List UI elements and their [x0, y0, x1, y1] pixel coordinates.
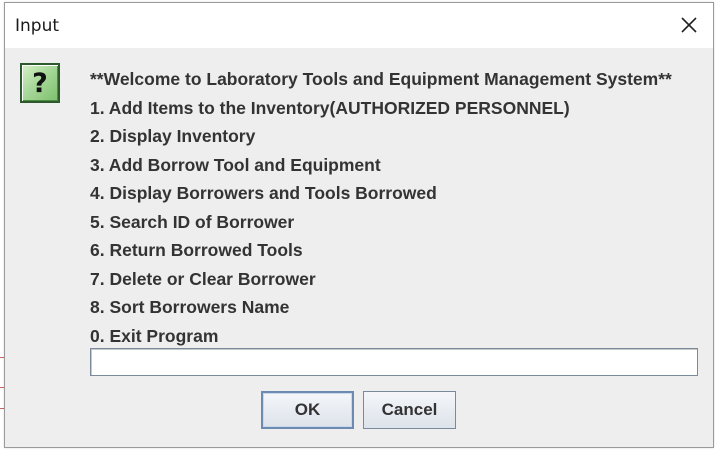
input-dialog: Input ? **Welcome to Laboratory Tools an…	[4, 2, 714, 448]
menu-option: 8. Sort Borrowers Name	[90, 297, 290, 317]
menu-option: 0. Exit Program	[90, 325, 219, 346]
menu-option: 3. Add Borrow Tool and Equipment	[90, 154, 381, 175]
menu-option: 6. Return Borrowed Tools	[90, 240, 303, 260]
menu-option: 5. Search ID of Borrower	[90, 211, 295, 232]
choice-input[interactable]	[90, 348, 698, 376]
question-icon: ?	[20, 63, 60, 103]
title-bar[interactable]: Input	[5, 3, 713, 48]
close-button[interactable]	[665, 3, 713, 48]
question-icon-glyph: ?	[32, 68, 48, 99]
menu-option: 7. Delete or Clear Borrower	[90, 268, 316, 289]
cancel-button[interactable]: Cancel	[363, 391, 456, 429]
menu-option: 4. Display Borrowers and Tools Borrowed	[90, 183, 437, 203]
menu-message: **Welcome to Laboratory Tools and Equipm…	[90, 65, 672, 350]
menu-option: 1. Add Items to the Inventory(AUTHORIZED…	[90, 97, 570, 118]
window-title: Input	[15, 16, 60, 36]
welcome-heading: **Welcome to Laboratory Tools and Equipm…	[90, 69, 672, 89]
menu-option: 2. Display Inventory	[90, 126, 256, 146]
close-icon	[681, 17, 697, 33]
ok-button[interactable]: OK	[261, 391, 354, 429]
